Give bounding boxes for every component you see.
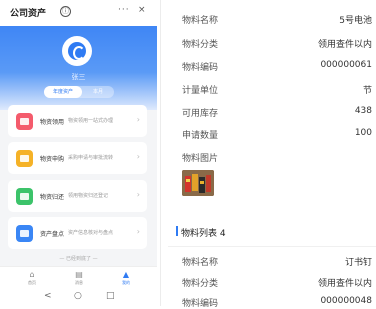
row-value: 领用查件以内 bbox=[317, 279, 372, 289]
row-value: 000000048 bbox=[320, 296, 372, 306]
row-value: 100 bbox=[354, 128, 372, 138]
row-label: 物料名称 bbox=[182, 16, 219, 26]
card-title: 物资领用 bbox=[40, 119, 65, 126]
row-label: 物料分类 bbox=[182, 40, 219, 50]
clipboard-icon bbox=[16, 113, 33, 130]
chevron-right-icon: › bbox=[136, 227, 140, 236]
row-label: 物料分类 bbox=[182, 279, 219, 289]
row-label: 物料名称 bbox=[182, 258, 219, 268]
tab-month[interactable]: 本月 bbox=[82, 86, 114, 98]
info-icon[interactable]: ⓘ bbox=[60, 6, 71, 17]
segment-tabs: 年度资产 本月 bbox=[44, 86, 114, 98]
nav-label: 首页 bbox=[28, 280, 36, 285]
nav-label: 消息 bbox=[75, 280, 83, 285]
material-photo[interactable] bbox=[182, 170, 214, 196]
card-title: 物资归还 bbox=[40, 194, 65, 201]
home-circle-icon[interactable]: ○ bbox=[74, 291, 82, 301]
card-desc: 物资领用一站式办理 bbox=[68, 118, 114, 124]
chevron-right-icon: › bbox=[136, 152, 140, 161]
app-logo bbox=[62, 36, 92, 66]
back-icon[interactable]: < bbox=[44, 291, 52, 301]
nav-message[interactable]: ▤ 消息 bbox=[64, 270, 94, 286]
row-label: 物料编码 bbox=[182, 63, 219, 73]
card-desc: 采购申请与审批流转 bbox=[68, 155, 114, 161]
logo-mark-icon bbox=[68, 42, 86, 60]
close-icon[interactable]: × bbox=[138, 5, 146, 15]
card-title: 资产盘点 bbox=[40, 231, 65, 238]
menu-card-requisition[interactable]: 物资领用 物资领用一站式办理 › bbox=[8, 105, 147, 137]
row-label: 申请数量 bbox=[182, 131, 219, 141]
row-label: 可用库存 bbox=[182, 109, 219, 119]
cart-icon bbox=[16, 150, 33, 167]
mini-app-titlebar: 公司资产 ⓘ ··· × bbox=[0, 0, 157, 26]
more-icon[interactable]: ··· bbox=[118, 5, 130, 15]
section-accent-bar bbox=[176, 226, 178, 236]
row-label: 物料编码 bbox=[182, 299, 219, 309]
recents-icon[interactable]: □ bbox=[106, 291, 115, 301]
row-value: 节 bbox=[362, 86, 372, 96]
card-desc: 资产信息核对与盘点 bbox=[68, 230, 114, 236]
bottom-nav: ⌂ 首页 ▤ 消息 ▲ 我的 bbox=[0, 266, 157, 289]
row-value: 438 bbox=[354, 106, 372, 116]
card-desc: 领用物资归还登记 bbox=[68, 193, 109, 199]
row-value: 领用查件以内 bbox=[317, 40, 372, 50]
panel-divider bbox=[160, 0, 161, 306]
profile-header: 张三 年度资产 本月 bbox=[0, 26, 157, 110]
return-icon bbox=[16, 188, 33, 205]
nav-home[interactable]: ⌂ 首页 bbox=[17, 270, 47, 286]
chevron-right-icon: › bbox=[136, 115, 140, 124]
row-value: 订书钉 bbox=[344, 258, 372, 268]
message-icon: ▤ bbox=[75, 270, 83, 279]
menu-card-return[interactable]: 物资归还 领用物资归还登记 › bbox=[8, 180, 147, 212]
user-icon: ▲ bbox=[122, 270, 130, 279]
battery-photo-image bbox=[182, 170, 214, 196]
app-title: 公司资产 bbox=[10, 9, 47, 19]
section-divider bbox=[168, 246, 376, 247]
card-title: 物资申购 bbox=[40, 156, 65, 163]
nav-mine[interactable]: ▲ 我的 bbox=[111, 270, 141, 286]
row-label: 计量单位 bbox=[182, 86, 219, 96]
end-of-list-note: — 已经到底了 — bbox=[59, 256, 98, 262]
home-icon: ⌂ bbox=[29, 270, 35, 279]
section-title: 物料列表 4 bbox=[181, 229, 226, 239]
phone-panel: 公司资产 ⓘ ··· × 张三 年度资产 本月 物资领用 物资领用一站式办理 ›… bbox=[0, 0, 157, 306]
chevron-right-icon: › bbox=[136, 190, 140, 199]
user-name: 张三 bbox=[71, 73, 86, 81]
image-label: 物料图片 bbox=[182, 154, 219, 164]
scan-icon bbox=[16, 225, 33, 242]
menu-card-purchase[interactable]: 物资申购 采购申请与审批流转 › bbox=[8, 142, 147, 174]
tab-annual[interactable]: 年度资产 bbox=[44, 86, 82, 98]
menu-card-inventory[interactable]: 资产盘点 资产信息核对与盘点 › bbox=[8, 217, 147, 249]
nav-label: 我的 bbox=[122, 280, 130, 285]
row-value: 000000061 bbox=[320, 60, 372, 70]
system-nav-bar: < ○ □ bbox=[0, 288, 157, 306]
row-value: 5号电池 bbox=[339, 16, 372, 26]
